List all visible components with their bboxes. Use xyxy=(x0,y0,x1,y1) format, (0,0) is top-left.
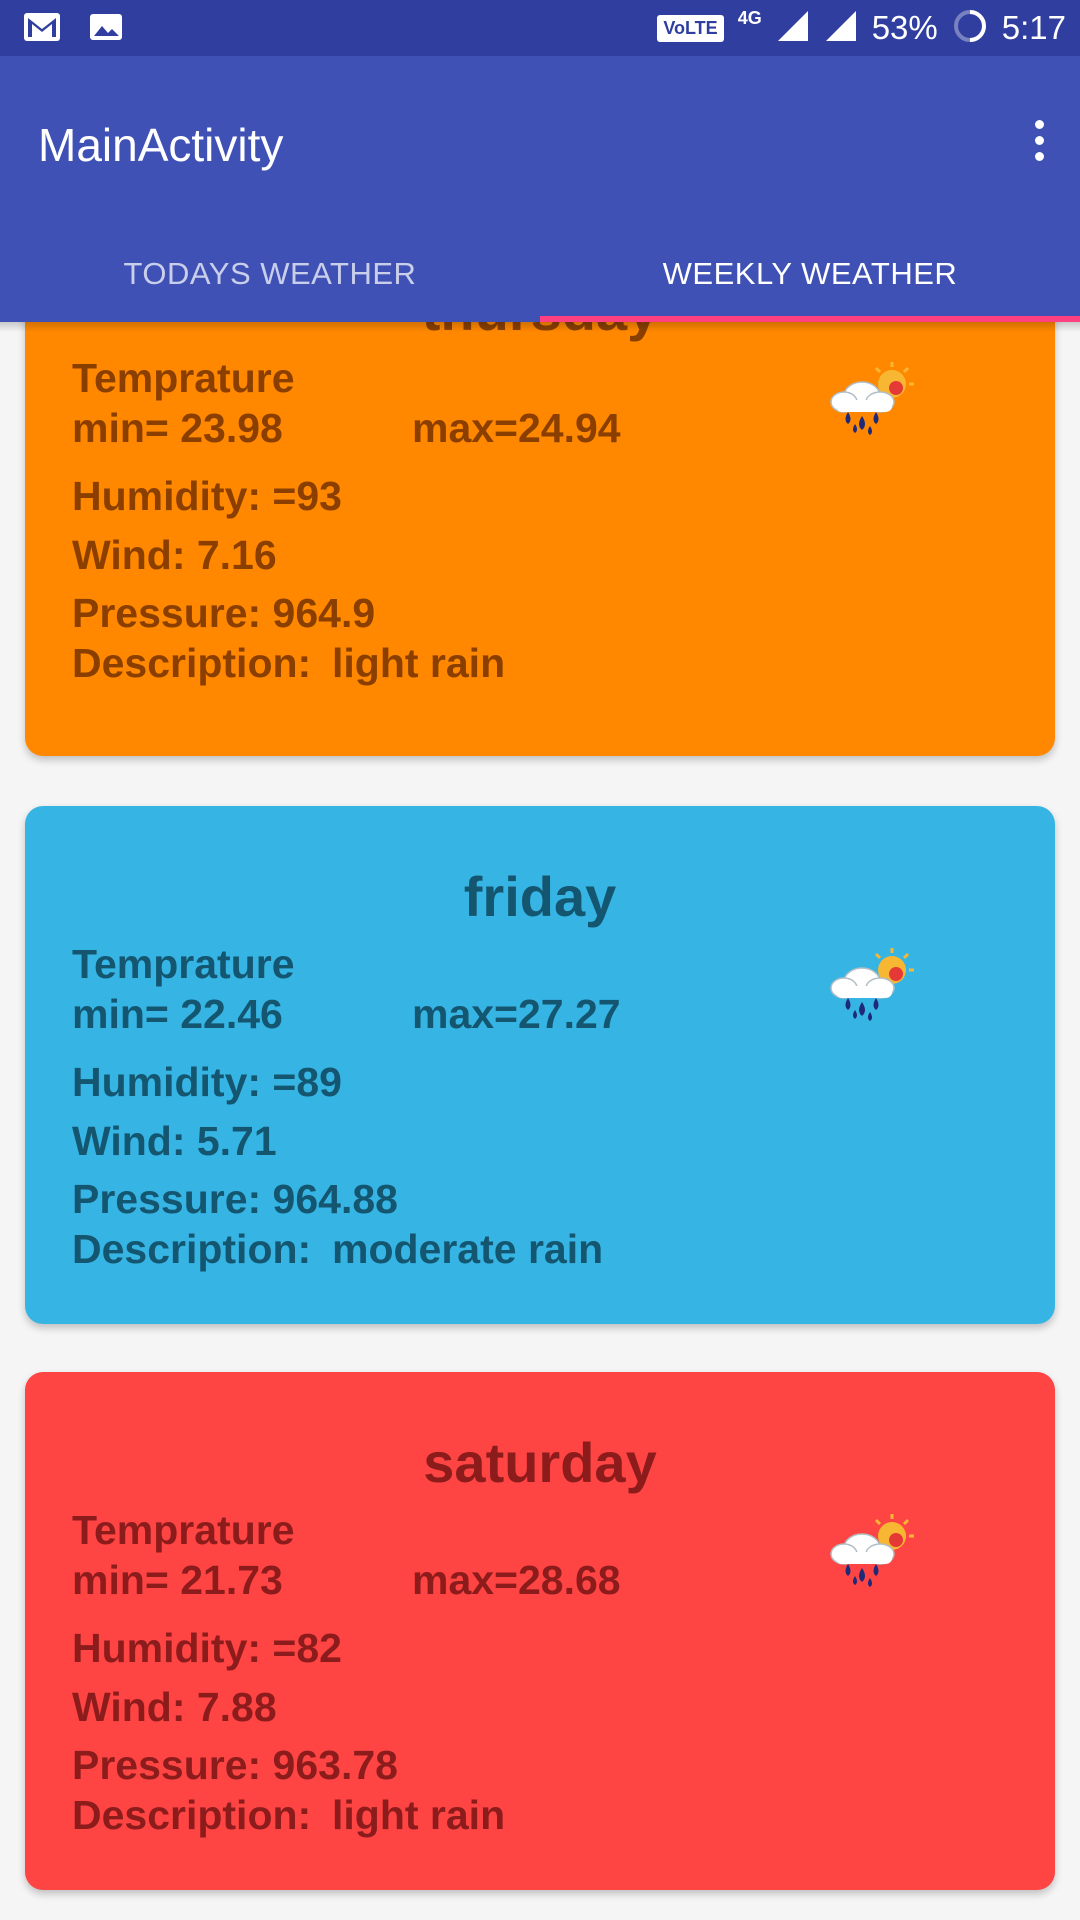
tab-weekly-weather[interactable]: WEEKLY WEATHER xyxy=(540,226,1080,322)
image-icon xyxy=(88,10,124,48)
description-value: light rain xyxy=(332,1792,506,1838)
temperature-label: Temprature xyxy=(72,941,295,987)
forecast-card-friday: friday Temprature min= 22.46 max=27.27 H… xyxy=(25,806,1055,1324)
signal-icon-2 xyxy=(824,9,858,47)
rain-cloud-sun-icon xyxy=(822,358,922,438)
rain-cloud-sun-icon xyxy=(822,1510,922,1590)
description-value: moderate rain xyxy=(332,1226,604,1272)
day-title: saturday xyxy=(423,1431,657,1494)
max-temp: max=24.94 xyxy=(412,405,621,451)
rain-cloud-sun-icon xyxy=(822,944,922,1024)
tab-bar: TODAYS WEATHER WEEKLY WEATHER xyxy=(0,226,1080,322)
forecast-list[interactable]: thursday Temprature min= 23.98 max=24.94… xyxy=(0,322,1080,1920)
temperature-label: Temprature xyxy=(72,355,295,401)
description-value: light rain xyxy=(332,640,506,686)
forecast-card-thursday: thursday Temprature min= 23.98 max=24.94… xyxy=(25,322,1055,756)
min-temp: min= 23.98 xyxy=(72,405,283,451)
clock: 5:17 xyxy=(1001,9,1066,46)
humidity: Humidity: =89 xyxy=(72,1059,342,1105)
description-label: Description: xyxy=(72,1226,312,1272)
max-temp: max=27.27 xyxy=(412,991,621,1037)
more-vert-icon[interactable] xyxy=(1024,120,1054,170)
max-temp: max=28.68 xyxy=(412,1557,621,1603)
humidity: Humidity: =82 xyxy=(72,1625,342,1671)
wind: Wind: 5.71 xyxy=(72,1118,277,1164)
humidity: Humidity: =93 xyxy=(72,473,342,519)
min-temp: min= 21.73 xyxy=(72,1557,283,1603)
pressure: Pressure: 964.88 xyxy=(72,1176,398,1222)
min-temp: min= 22.46 xyxy=(72,991,283,1037)
battery-ring-icon xyxy=(952,8,988,48)
description-label: Description: xyxy=(72,1792,312,1838)
app-bar-shadow xyxy=(0,322,1080,332)
description-label: Description: xyxy=(72,640,312,686)
forecast-card-saturday: saturday Temprature min= 21.73 max=28.68… xyxy=(25,1372,1055,1890)
tab-todays-weather[interactable]: TODAYS WEATHER xyxy=(0,226,540,322)
signal-icon xyxy=(776,9,810,47)
network-type: 4G xyxy=(737,7,762,28)
wind: Wind: 7.16 xyxy=(72,532,277,578)
volte-icon: VoLTE xyxy=(657,14,724,42)
temperature-label: Temprature xyxy=(72,1507,295,1553)
app-bar: MainActivity TODAYS WEATHER WEEKLY WEATH… xyxy=(0,56,1080,322)
app-title: MainActivity xyxy=(38,119,284,171)
pressure: Pressure: 964.9 xyxy=(72,590,376,636)
status-bar: VoLTE 4G 53% 5:17 xyxy=(0,0,1080,56)
wind: Wind: 7.88 xyxy=(72,1684,277,1730)
pressure: Pressure: 963.78 xyxy=(72,1742,398,1788)
gmail-icon xyxy=(22,10,62,48)
day-title: friday xyxy=(463,865,617,928)
battery-percent: 53% xyxy=(871,9,938,46)
